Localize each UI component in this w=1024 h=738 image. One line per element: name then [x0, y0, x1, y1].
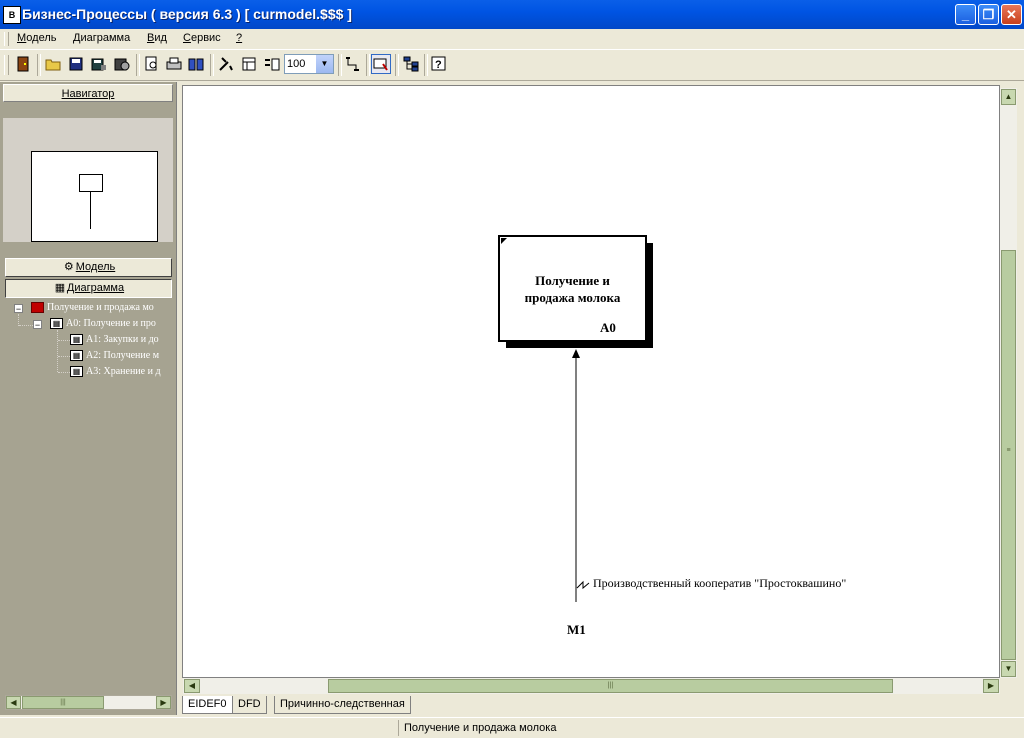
tree-item-a1[interactable]: ▦ А1: Закупки и до [70, 334, 173, 346]
toolbar-separator [37, 54, 41, 76]
zoom-select[interactable]: 100 ▼ [284, 54, 334, 74]
minimize-button[interactable]: _ [955, 4, 976, 25]
status-bar: Получение и продажа молока [0, 717, 1024, 738]
menu-view[interactable]: Вид [147, 32, 167, 44]
scroll-up-icon[interactable]: ▲ [1001, 89, 1016, 105]
diagram-node-icon: ▦ [70, 350, 83, 362]
left-panel-hscrollbar[interactable]: ◀ ||| ▶ [5, 695, 172, 710]
menu-grip [4, 32, 9, 46]
status-text: Получение и продажа молока [404, 722, 557, 734]
arrow-head [572, 349, 580, 358]
diagram-button[interactable]: ▦ Диаграмма [5, 279, 172, 298]
scroll-right-icon[interactable]: ▶ [156, 696, 171, 709]
export-icon[interactable] [112, 54, 132, 74]
open-folder-icon[interactable] [43, 54, 63, 74]
model-icon: ⚙ [63, 261, 74, 273]
activity-node-number: A0 [600, 320, 616, 335]
tab-eidef0[interactable]: EIDEF0 [182, 696, 233, 714]
toolbar-grip [4, 55, 9, 75]
hierarchy-icon[interactable] [401, 54, 421, 74]
scroll-thumb[interactable]: ||| [22, 696, 104, 709]
squiggle-connector [576, 580, 590, 590]
canvas-hscrollbar[interactable]: ◀ ||| ▶ [183, 678, 1000, 694]
menu-model[interactable]: Модель [17, 32, 57, 44]
navigator-strip [3, 102, 173, 118]
tree-line [57, 330, 59, 372]
menu-help[interactable]: ? [236, 32, 242, 44]
diagram-tabs: EIDEF0 DFD Причинно-следственная [178, 694, 1024, 716]
tree-item-a0[interactable]: ▦ А0: Получение и про [50, 318, 173, 330]
tab-dfd[interactable]: DFD [232, 696, 267, 714]
preview-icon[interactable] [142, 54, 162, 74]
scroll-right-icon[interactable]: ▶ [983, 679, 999, 693]
diagram-node-icon: ▦ [50, 318, 63, 330]
tree-line [19, 325, 33, 327]
toolbar: ? [0, 50, 1024, 130]
svg-text:?: ? [435, 59, 442, 71]
toolbar-separator [366, 54, 370, 76]
toolbar-separator [136, 54, 140, 76]
navigator-area[interactable] [3, 118, 173, 242]
toolbar-separator [424, 54, 428, 76]
chevron-down-icon[interactable]: ▼ [316, 55, 333, 73]
root-process-icon [31, 302, 44, 314]
restore-button[interactable]: ❐ [978, 4, 999, 25]
tab-cause-effect[interactable]: Причинно-следственная [274, 696, 411, 714]
navigator-header[interactable]: Навигатор [3, 84, 173, 102]
diagram-node-icon: ▦ [70, 334, 83, 346]
app-icon[interactable]: B [3, 6, 21, 24]
thumbnail-box [79, 174, 103, 192]
tools-icon[interactable] [216, 54, 236, 74]
tree-line [58, 356, 70, 358]
thumbnail-line [90, 191, 91, 229]
menu-bar: Модель Диаграмма Вид Сервис ? [0, 29, 1024, 50]
scroll-down-icon[interactable]: ▼ [1001, 661, 1016, 677]
scroll-left-icon[interactable]: ◀ [6, 696, 21, 709]
toolbar-separator [338, 54, 342, 76]
scroll-thumb[interactable]: ≡ [1001, 250, 1016, 660]
canvas-vscrollbar[interactable]: ▲ ≡ ▼ [1000, 88, 1017, 678]
zoom-icon[interactable] [262, 54, 282, 74]
mechanism-label[interactable]: Производственный кооператив "Простокваши… [593, 576, 846, 591]
model-button[interactable]: ⚙ Модель [5, 258, 172, 277]
tree-item-root[interactable]: Получение и продажа мо [31, 302, 173, 314]
tree-item-a2[interactable]: ▦ А2: Получение м [70, 350, 173, 362]
tree-item-a3[interactable]: ▦ А3: Хранение и д [70, 366, 173, 378]
navigator-footer [3, 242, 173, 256]
scroll-thumb[interactable]: ||| [328, 679, 893, 693]
scroll-left-icon[interactable]: ◀ [184, 679, 200, 693]
mechanism-code: M1 [567, 622, 586, 637]
close-button[interactable]: ✕ [1001, 4, 1022, 25]
diagram-svg [498, 235, 653, 602]
tree-collapse-icon[interactable]: − [14, 304, 23, 314]
exit-icon[interactable] [13, 54, 33, 74]
save-icon[interactable] [66, 54, 86, 74]
connector-icon[interactable] [343, 54, 363, 74]
tree-line [58, 372, 70, 374]
diagram-icon: ▦ [54, 282, 66, 294]
save-as-icon[interactable] [89, 54, 109, 74]
diagram-node-icon: ▦ [70, 366, 83, 378]
tree-collapse-icon[interactable]: − [33, 320, 42, 330]
menu-diagram[interactable]: Диаграмма [73, 32, 130, 44]
tree-line [58, 340, 70, 342]
navigator-thumbnail[interactable] [31, 151, 158, 242]
window-title: Бизнес-Процессы ( версия 6.3 ) [ curmode… [22, 6, 352, 22]
shape-select-icon[interactable] [371, 54, 391, 74]
help-icon[interactable]: ? [429, 54, 449, 74]
activity-title: Получение и продажа молока [524, 273, 621, 305]
left-panel: Навигатор ⚙ Модель ▦ Диаграмма − Получение… [0, 82, 177, 715]
title-bar: B Бизнес-Процессы ( версия 6.3 ) [ curmo… [0, 0, 1024, 29]
menu-service[interactable]: Сервис [183, 32, 221, 44]
diagram-canvas[interactable]: Получение и продажа молока A0 Производст… [182, 85, 1000, 678]
layout-icon[interactable] [239, 54, 259, 74]
toolbar-separator [395, 54, 399, 76]
toolbar-separator [210, 54, 214, 76]
book-icon[interactable] [186, 54, 206, 74]
status-divider [398, 720, 399, 736]
print-icon[interactable] [164, 54, 184, 74]
